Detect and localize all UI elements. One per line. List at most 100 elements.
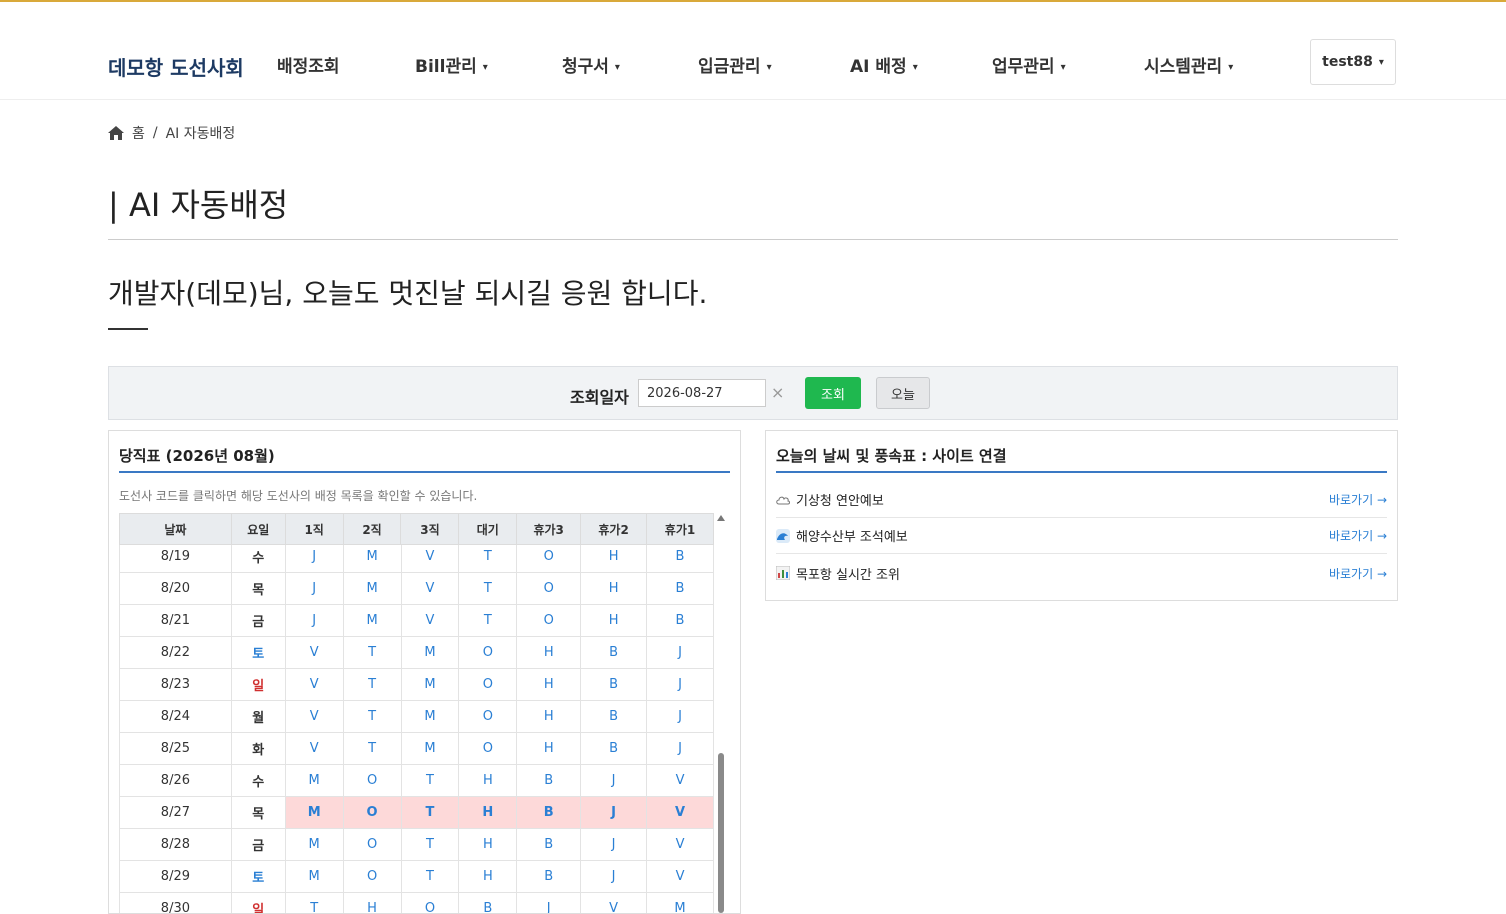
pilot-code-cell[interactable]: B [580, 732, 648, 765]
pilot-code-cell[interactable]: T [342, 700, 402, 733]
scroll-thumb[interactable] [718, 753, 724, 913]
pilot-code-cell[interactable]: T [400, 764, 460, 797]
pilot-code-cell[interactable]: O [342, 828, 402, 861]
pilot-code-cell[interactable]: B [516, 796, 582, 829]
clear-icon[interactable]: × [771, 383, 784, 402]
pilot-code-cell[interactable]: H [580, 604, 648, 637]
nav-item-payment[interactable]: 입금관리 ▾ [698, 52, 772, 77]
pilot-code-cell[interactable]: J [516, 892, 582, 913]
duty-roster-table[interactable]: 8/19 수 J M V T O H B 8/20 목 J M V T O H B 8/21 금 J M V T O H B 8/22… [119, 513, 714, 913]
pilot-code-cell[interactable]: O [400, 892, 460, 913]
pilot-code-cell[interactable]: J [580, 828, 648, 861]
nav-item-invoice[interactable]: 청구서 ▾ [562, 52, 620, 77]
pilot-code-cell[interactable]: M [400, 732, 460, 765]
pilot-code-cell[interactable]: V [400, 540, 460, 573]
scroll-up-icon[interactable] [717, 515, 725, 521]
pilot-code-cell[interactable]: M [342, 540, 402, 573]
user-menu-button[interactable]: test88 ▾ [1310, 39, 1396, 85]
pilot-code-cell[interactable]: V [646, 796, 714, 829]
link-name[interactable]: 기상청 연안예보 [796, 490, 884, 509]
pilot-code-cell[interactable]: O [458, 732, 518, 765]
pilot-code-cell[interactable]: M [400, 668, 460, 701]
pilot-code-cell[interactable]: O [342, 764, 402, 797]
pilot-code-cell[interactable]: B [646, 604, 714, 637]
pilot-code-cell[interactable]: J [284, 604, 344, 637]
pilot-code-cell[interactable]: H [458, 796, 518, 829]
pilot-code-cell[interactable]: H [516, 700, 582, 733]
pilot-code-cell[interactable]: O [342, 796, 402, 829]
pilot-code-cell[interactable]: T [342, 636, 402, 669]
pilot-code-cell[interactable]: T [458, 540, 518, 573]
nav-item-system[interactable]: 시스템관리 ▾ [1144, 52, 1233, 77]
pilot-code-cell[interactable]: M [646, 892, 714, 913]
pilot-code-cell[interactable]: B [580, 636, 648, 669]
pilot-code-cell[interactable]: T [458, 604, 518, 637]
pilot-code-cell[interactable]: M [284, 764, 344, 797]
nav-item-work[interactable]: 업무관리 ▾ [992, 52, 1066, 77]
pilot-code-cell[interactable]: V [646, 828, 714, 861]
go-link[interactable]: 바로가기 → [1329, 491, 1387, 508]
pilot-code-cell[interactable]: O [342, 860, 402, 893]
pilot-code-cell[interactable]: V [284, 636, 344, 669]
brand-logo[interactable]: 데모항 도선사회 [108, 52, 244, 81]
pilot-code-cell[interactable]: J [646, 668, 714, 701]
pilot-code-cell[interactable]: J [646, 732, 714, 765]
pilot-code-cell[interactable]: H [516, 732, 582, 765]
pilot-code-cell[interactable]: B [516, 764, 582, 797]
nav-item-assignment-view[interactable]: 배정조회 [277, 52, 340, 77]
pilot-code-cell[interactable]: B [646, 572, 714, 605]
go-link[interactable]: 바로가기 → [1329, 565, 1387, 582]
pilot-code-cell[interactable]: B [580, 700, 648, 733]
go-link[interactable]: 바로가기 → [1329, 527, 1387, 544]
link-name[interactable]: 목포항 실시간 조위 [796, 564, 900, 583]
pilot-code-cell[interactable]: T [400, 796, 460, 829]
pilot-code-cell[interactable]: V [400, 572, 460, 605]
scrollbar[interactable] [716, 513, 726, 913]
pilot-code-cell[interactable]: V [400, 604, 460, 637]
pilot-code-cell[interactable]: H [342, 892, 402, 913]
pilot-code-cell[interactable]: T [458, 572, 518, 605]
pilot-code-cell[interactable]: J [580, 860, 648, 893]
pilot-code-cell[interactable]: B [580, 668, 648, 701]
pilot-code-cell[interactable]: J [646, 636, 714, 669]
pilot-code-cell[interactable]: H [458, 860, 518, 893]
pilot-code-cell[interactable]: M [400, 700, 460, 733]
pilot-code-cell[interactable]: J [646, 700, 714, 733]
pilot-code-cell[interactable]: M [284, 828, 344, 861]
pilot-code-cell[interactable]: O [458, 668, 518, 701]
pilot-code-cell[interactable]: M [284, 860, 344, 893]
pilot-code-cell[interactable]: J [580, 764, 648, 797]
pilot-code-cell[interactable]: H [580, 572, 648, 605]
pilot-code-cell[interactable]: O [458, 700, 518, 733]
pilot-code-cell[interactable]: T [342, 732, 402, 765]
pilot-code-cell[interactable]: V [646, 764, 714, 797]
pilot-code-cell[interactable]: M [284, 796, 344, 829]
pilot-code-cell[interactable]: V [580, 892, 648, 913]
pilot-code-cell[interactable]: B [516, 828, 582, 861]
pilot-code-cell[interactable]: M [342, 572, 402, 605]
pilot-code-cell[interactable]: V [284, 668, 344, 701]
pilot-code-cell[interactable]: H [458, 828, 518, 861]
pilot-code-cell[interactable]: J [580, 796, 648, 829]
pilot-code-cell[interactable]: T [284, 892, 344, 913]
pilot-code-cell[interactable]: J [284, 572, 344, 605]
pilot-code-cell[interactable]: V [284, 732, 344, 765]
pilot-code-cell[interactable]: H [458, 764, 518, 797]
pilot-code-cell[interactable]: T [400, 860, 460, 893]
pilot-code-cell[interactable]: H [516, 636, 582, 669]
search-button[interactable]: 조회 [805, 377, 861, 409]
today-button[interactable]: 오늘 [876, 377, 930, 409]
pilot-code-cell[interactable]: H [516, 668, 582, 701]
pilot-code-cell[interactable]: O [458, 636, 518, 669]
link-name[interactable]: 해양수산부 조석예보 [796, 526, 908, 545]
pilot-code-cell[interactable]: O [516, 540, 582, 573]
nav-item-bill[interactable]: Bill관리 ▾ [415, 52, 488, 77]
pilot-code-cell[interactable]: V [284, 700, 344, 733]
pilot-code-cell[interactable]: O [516, 604, 582, 637]
pilot-code-cell[interactable]: T [342, 668, 402, 701]
pilot-code-cell[interactable]: B [516, 860, 582, 893]
pilot-code-cell[interactable]: J [284, 540, 344, 573]
pilot-code-cell[interactable]: B [458, 892, 518, 913]
pilot-code-cell[interactable]: T [400, 828, 460, 861]
pilot-code-cell[interactable]: M [342, 604, 402, 637]
